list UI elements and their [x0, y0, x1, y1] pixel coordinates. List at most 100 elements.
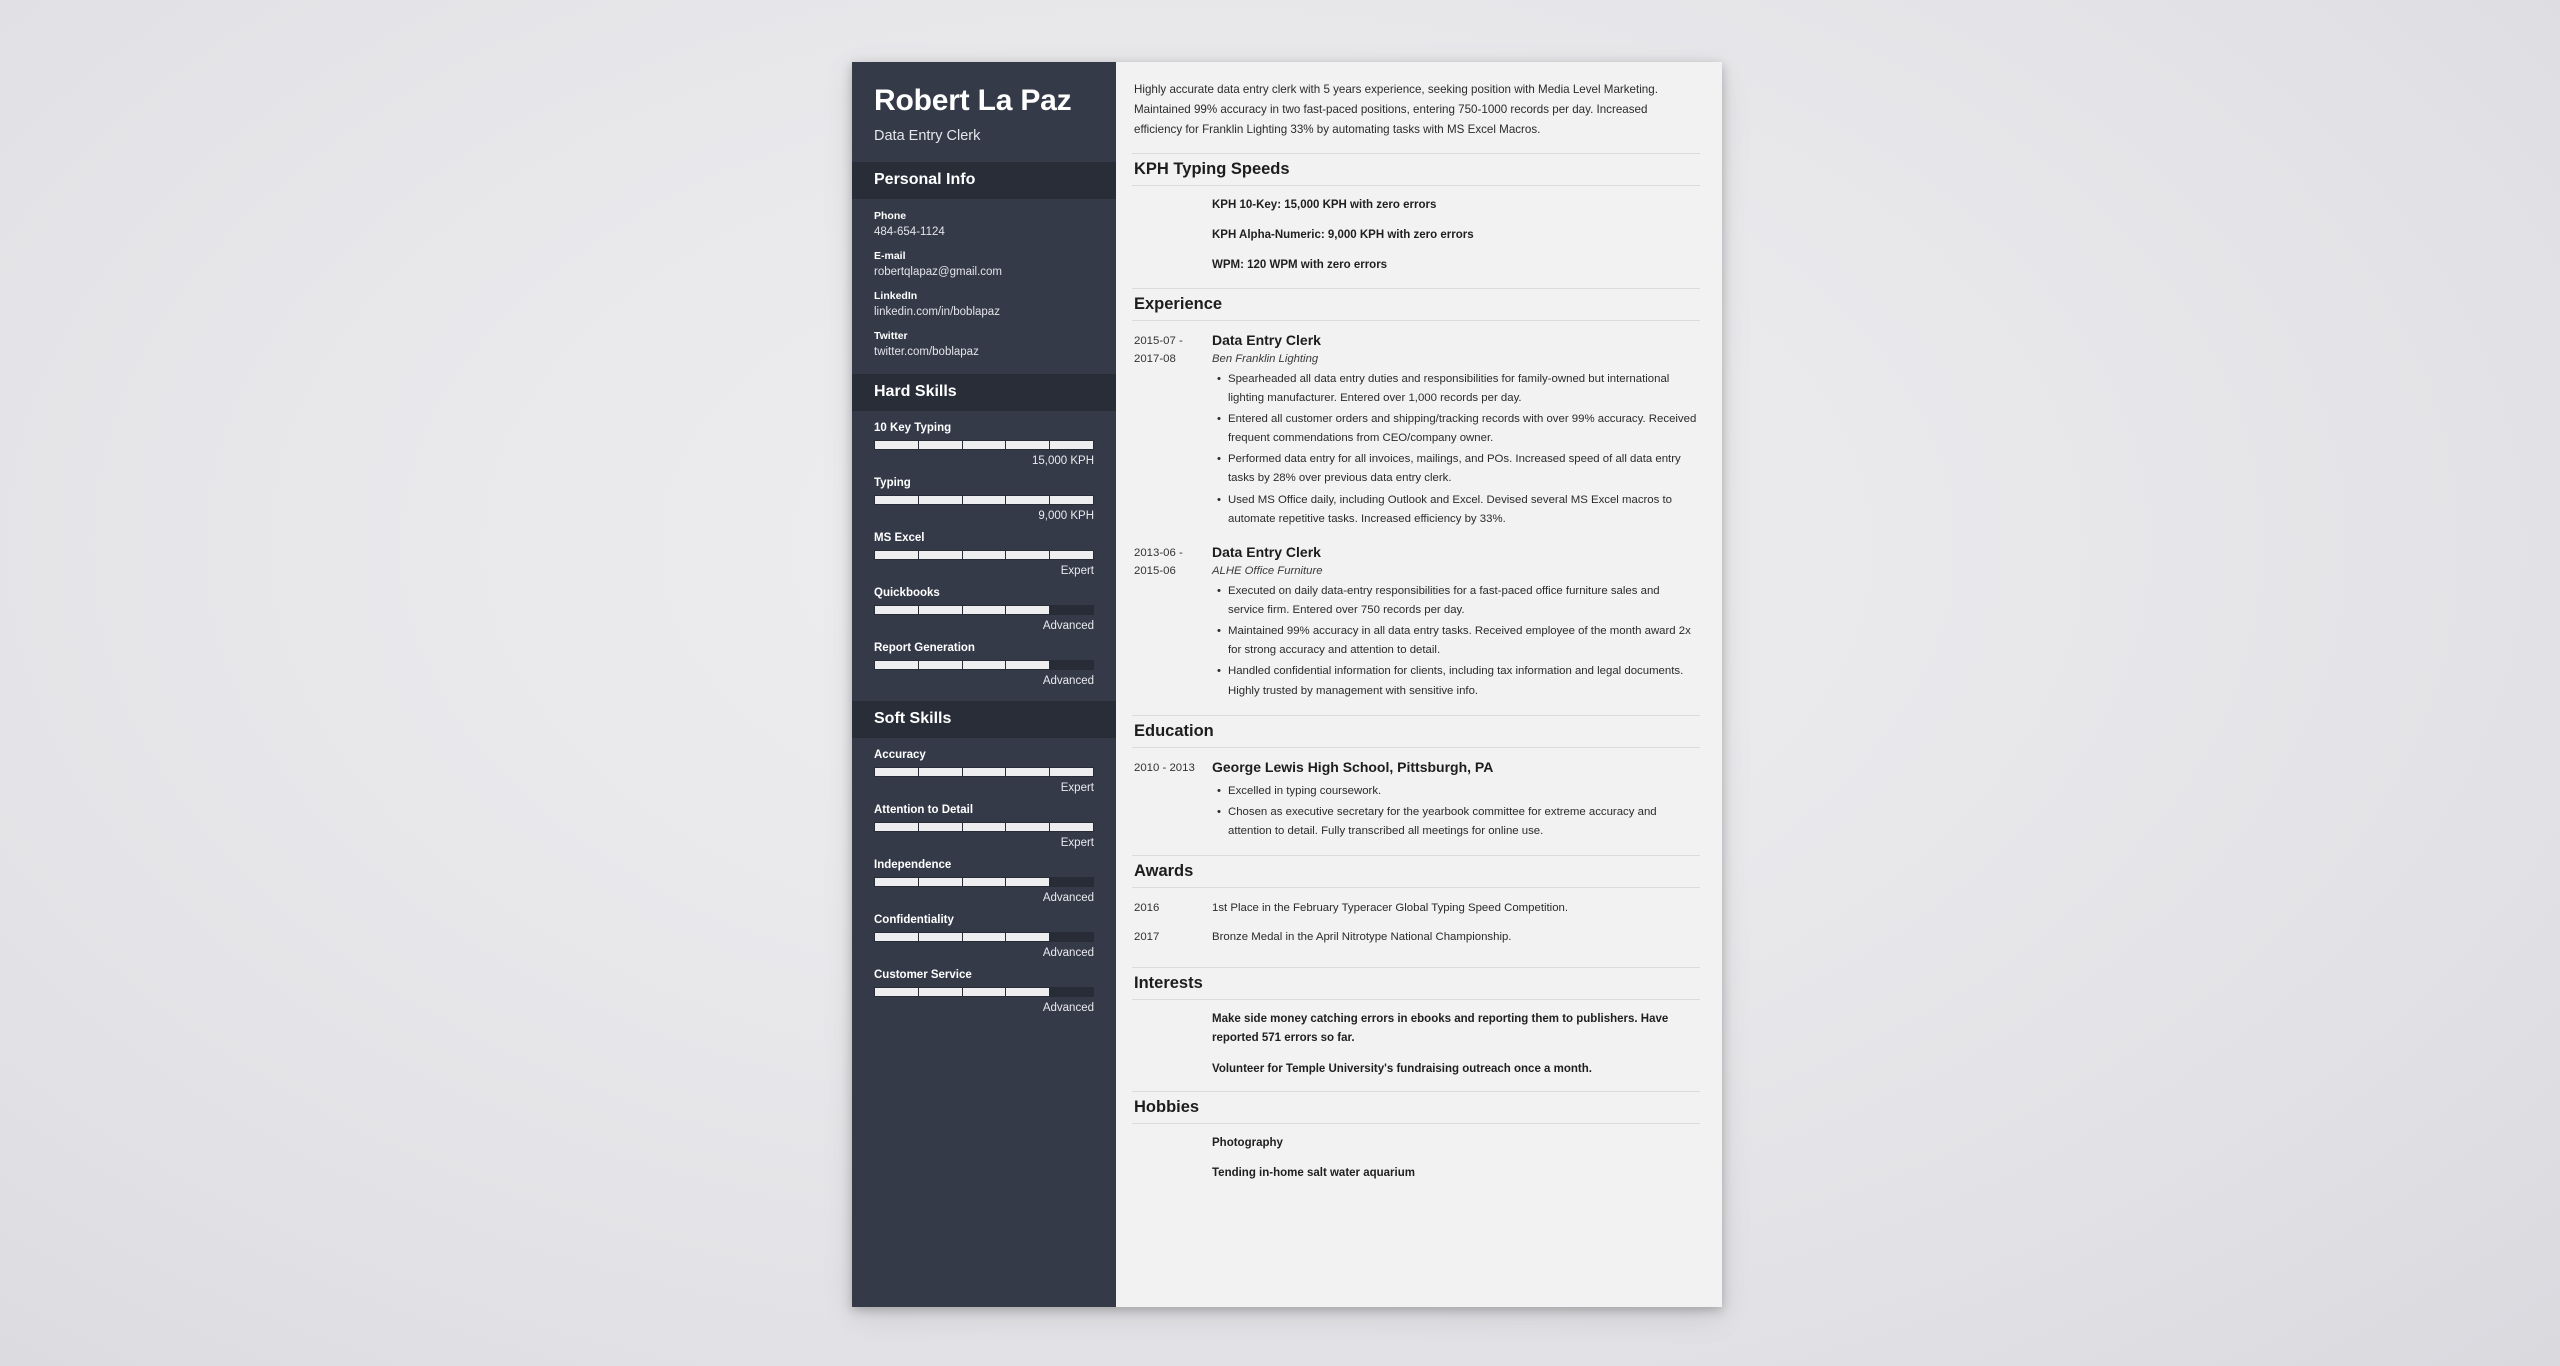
skill-bar-segment	[1006, 932, 1050, 941]
skill-level-label: Advanced	[1042, 946, 1094, 959]
skill-item: Independence Advanced	[874, 859, 1094, 904]
skill-item: Attention to Detail Expert	[874, 804, 1094, 849]
resume-entry: 2013-06 - 2015-06 Data Entry Clerk ALHE Of…	[1134, 543, 1698, 703]
contact-value[interactable]: robertqlapaz@gmail.com	[874, 266, 1094, 278]
skill-bar-segment	[1006, 550, 1050, 559]
skill-name: Independence	[874, 858, 952, 871]
skill-bar-segment	[918, 767, 962, 776]
contact-label: Phone	[874, 209, 907, 222]
skill-level-label: Expert	[1060, 781, 1094, 794]
list-item: Volunteer for Temple University's fundra…	[1212, 1062, 1592, 1075]
education-list: 2010 - 2013 George Lewis High School, Pit…	[1132, 748, 1700, 853]
skill-level-bar	[874, 439, 1094, 450]
skill-bar-segment	[875, 440, 918, 449]
section-hobbies: Hobbies Photography Tending in-home salt …	[1132, 1090, 1700, 1194]
skill-item: Customer Service Advanced	[874, 969, 1094, 1014]
skill-bar-segment	[962, 660, 1006, 669]
skill-bar-segment	[1006, 660, 1050, 669]
entry-date: 2010 - 2013	[1134, 761, 1195, 774]
resume-document: Robert La Paz Data Entry Clerk Personal …	[852, 62, 1722, 1307]
skill-item: MS Excel Expert	[874, 532, 1094, 577]
skill-bar-segment	[1050, 767, 1093, 776]
skill-bar-segment	[1050, 877, 1093, 886]
section-title: Awards	[1132, 855, 1700, 889]
skill-bar-segment	[918, 987, 962, 996]
skill-level-label: Expert	[1060, 836, 1094, 849]
entry-bullet: Excelled in typing coursework.	[1217, 782, 1698, 801]
skill-level-label: Advanced	[1042, 619, 1094, 632]
section-kph-typing-speeds: KPH Typing Speeds KPH 10-Key: 15,000 KPH…	[1132, 152, 1700, 286]
skill-item: Quickbooks Advanced	[874, 587, 1094, 632]
award-description: Bronze Medal in the April Nitrotype Nati…	[1212, 930, 1512, 943]
skill-level-label: 15,000 KPH	[1031, 454, 1094, 467]
list-item: WPM: 120 WPM with zero errors	[1212, 259, 1388, 272]
award-year: 2017	[1134, 930, 1160, 943]
entry-bullet: Spearheaded all data entry duties and re…	[1217, 370, 1698, 408]
skill-bar-segment	[875, 767, 918, 776]
entry-content: George Lewis High School, Pittsburgh, PA…	[1212, 758, 1698, 843]
skill-bar-segment	[962, 605, 1006, 614]
skill-level-label: Expert	[1060, 564, 1094, 577]
entry-organization: Ben Franklin Lighting	[1212, 352, 1319, 365]
contact-item: LinkedIn linkedin.com/in/boblapaz	[874, 290, 1094, 318]
skill-name: Confidentiality	[874, 913, 954, 926]
contact-value[interactable]: linkedin.com/in/boblapaz	[874, 306, 1094, 318]
skill-level-bar	[874, 766, 1094, 777]
skill-item: Confidentiality Advanced	[874, 914, 1094, 959]
entry-date: 2013-06 - 2015-06	[1134, 546, 1183, 578]
contact-label: Twitter	[874, 329, 908, 342]
awards-list: 2016 1st Place in the February Typeracer …	[1132, 888, 1700, 965]
skill-item: 10 Key Typing 15,000 KPH	[874, 422, 1094, 467]
skill-name: Report Generation	[874, 641, 975, 654]
skill-bar-segment	[1006, 877, 1050, 886]
list-item: Make side money catching errors in ebook…	[1212, 1013, 1669, 1045]
entry-title: Data Entry Clerk	[1212, 331, 1321, 348]
list-item: KPH Alpha-Numeric: 9,000 KPH with zero e…	[1212, 229, 1474, 242]
skill-item: Accuracy Expert	[874, 749, 1094, 794]
sidebar-section-title-hard-skills: Hard Skills	[852, 373, 1116, 411]
skill-bar-segment	[918, 605, 962, 614]
section-title: Interests	[1132, 967, 1700, 1001]
skill-level-bar	[874, 986, 1094, 997]
entry-bullet: Executed on daily data-entry responsibil…	[1217, 582, 1698, 620]
skill-bar-segment	[1006, 440, 1050, 449]
skill-bar-segment	[1050, 495, 1093, 504]
skill-bar-segment	[1050, 987, 1093, 996]
hard-skills-list: 10 Key Typing 15,000 KPH Typing 9,000 KPH MS…	[852, 411, 1116, 701]
contact-value[interactable]: 484-654-1124	[874, 226, 1094, 238]
skill-bar-segment	[1050, 822, 1093, 831]
entry-title: George Lewis High School, Pittsburgh, PA	[1212, 758, 1494, 775]
section-experience: Experience 2015-07 - 2017-08 Data Entry C…	[1132, 287, 1700, 713]
skill-bar-segment	[1006, 767, 1050, 776]
skill-level-bar	[874, 604, 1094, 615]
skill-level-bar	[874, 659, 1094, 670]
entry-bullet: Entered all customer orders and shipping…	[1217, 410, 1698, 448]
skill-bar-segment	[1050, 605, 1093, 614]
list-item: Photography	[1212, 1136, 1283, 1149]
entry-bullet: Maintained 99% accuracy in all data entr…	[1217, 622, 1698, 660]
contact-value[interactable]: twitter.com/boblapaz	[874, 346, 1094, 358]
skill-bar-segment	[875, 605, 918, 614]
skill-bar-segment	[962, 987, 1006, 996]
skill-bar-segment	[1006, 495, 1050, 504]
skill-bar-segment	[962, 932, 1006, 941]
section-awards: Awards 2016 1st Place in the February Typ…	[1132, 855, 1700, 965]
skill-bar-segment	[918, 550, 962, 559]
skill-name: Quickbooks	[874, 586, 940, 599]
skill-level-label: Advanced	[1042, 1001, 1094, 1014]
section-title: Hobbies	[1132, 1090, 1700, 1124]
skill-bar-segment	[875, 660, 918, 669]
section-title: Education	[1132, 714, 1700, 748]
entry-bullet-list: Excelled in typing coursework. Chosen as …	[1212, 782, 1698, 841]
interests-list: Make side money catching errors in ebook…	[1134, 1010, 1698, 1079]
entry-content: Data Entry Clerk ALHE Office Furniture Exe…	[1212, 543, 1698, 703]
skill-bar-segment	[875, 822, 918, 831]
skill-bar-segment	[875, 987, 918, 996]
entry-bullet: Used MS Office daily, including Outlook …	[1217, 491, 1698, 529]
list-item: Tending in-home salt water aquarium	[1212, 1167, 1415, 1180]
candidate-name: Robert La Paz	[874, 84, 1072, 117]
entry-bullet-list: Executed on daily data-entry responsibil…	[1212, 582, 1698, 701]
contact-item: E-mail robertqlapaz@gmail.com	[874, 250, 1094, 278]
skill-level-label: Advanced	[1042, 674, 1094, 687]
skill-bar-segment	[918, 877, 962, 886]
